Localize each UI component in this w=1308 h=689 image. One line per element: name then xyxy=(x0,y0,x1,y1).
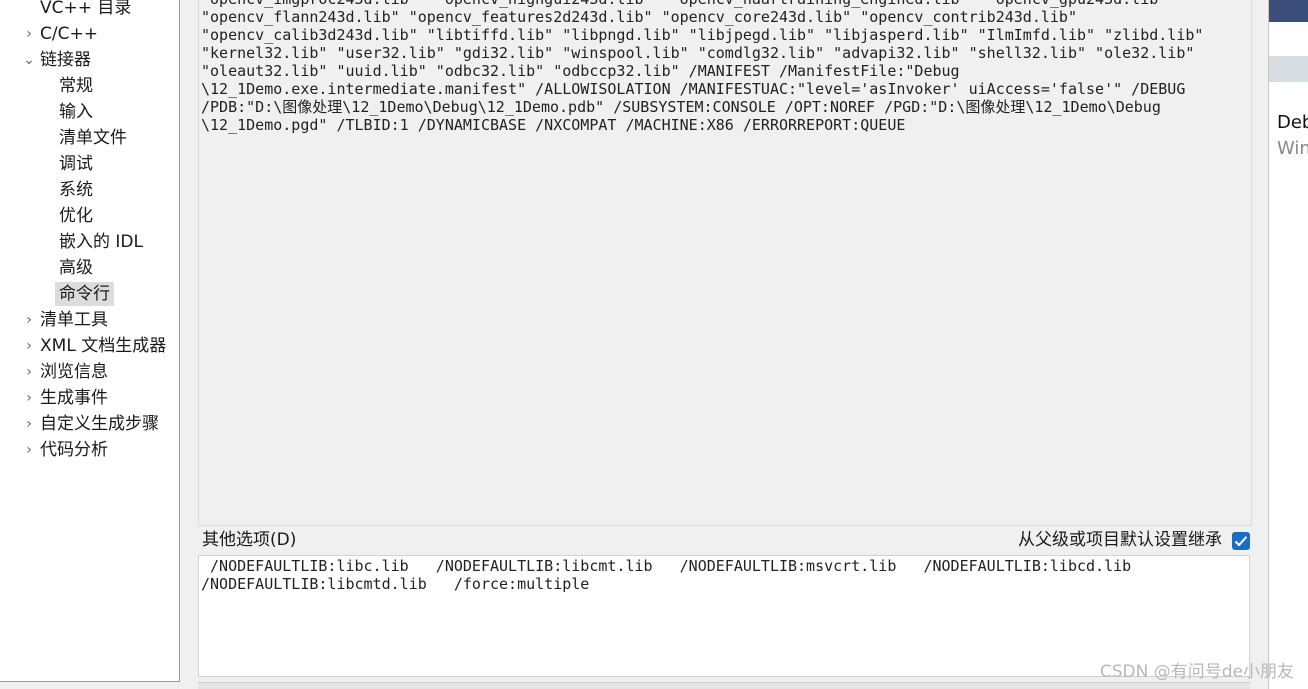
tree-item[interactable]: 系统 xyxy=(59,178,93,202)
tree-item-label: 高级 xyxy=(59,258,93,278)
tree-item-label: VC++ 目录 xyxy=(40,0,132,18)
tree-item-label: 嵌入的 IDL xyxy=(59,232,143,252)
tree-item-label: 代码分析 xyxy=(40,440,108,460)
tree-item-label: 浏览信息 xyxy=(40,362,108,382)
tree-item[interactable]: › XML 文档生成器 xyxy=(26,334,167,358)
tree-item[interactable]: 调试 xyxy=(59,152,93,176)
all-options-display[interactable]: opencv_imgproc243d.lib" "opencv_highgui2… xyxy=(198,0,1252,526)
command-line-row: \12_1Demo.exe.intermediate.manifest" /AL… xyxy=(201,80,1186,98)
tree-item[interactable]: 常规 xyxy=(59,74,93,98)
tree-item[interactable]: › 生成事件 xyxy=(26,386,108,410)
tree-item[interactable]: › C/C++ xyxy=(26,22,98,46)
tree-item[interactable]: › 清单工具 xyxy=(26,308,108,332)
tree-item[interactable]: 优化 xyxy=(59,204,93,228)
inherit-defaults-label: 从父级或项目默认设置继承 xyxy=(1018,530,1222,550)
tree-item-label: 输入 xyxy=(59,102,93,122)
chevron-right-icon[interactable]: › xyxy=(23,308,35,332)
chevron-right-icon[interactable]: › xyxy=(23,438,35,462)
property-pages-window: VC++ 目录 › C/C++ ⌄ 链接器 常规 输入 清单文件 调试 系统 优化 嵌入的 IDL 高级… xyxy=(0,0,1308,689)
tree-item[interactable]: 嵌入的 IDL xyxy=(59,230,143,254)
checkmark-icon xyxy=(1234,536,1248,547)
tree-item-label: 生成事件 xyxy=(40,388,108,408)
tree-item[interactable]: 清单文件 xyxy=(59,126,127,150)
tree-item-label: C/C++ xyxy=(40,24,98,44)
property-tree[interactable]: VC++ 目录 › C/C++ ⌄ 链接器 常规 输入 清单文件 调试 系统 优化 嵌入的 IDL 高级… xyxy=(0,0,180,682)
command-line-row: "opencv_flann243d.lib" "opencv_features2… xyxy=(201,8,1077,26)
tree-item-label: XML 文档生成器 xyxy=(40,336,167,356)
tree-item-label: 清单文件 xyxy=(59,128,127,148)
tree-item[interactable]: › 浏览信息 xyxy=(26,360,108,384)
other-options-input[interactable]: /NODEFAULTLIB:libc.lib /NODEFAULTLIB:lib… xyxy=(198,555,1250,677)
command-line-row: \12_1Demo.pgd" /TLBID:1 /DYNAMICBASE /NX… xyxy=(201,116,906,134)
tree-item[interactable]: 高级 xyxy=(59,256,93,280)
tree-item-label: 自定义生成步骤 xyxy=(40,414,159,434)
right-panel-text-1: Deb xyxy=(1277,112,1308,133)
tree-item[interactable]: 输入 xyxy=(59,100,93,124)
tree-item-label: 优化 xyxy=(59,206,93,226)
command-line-row: opencv_imgproc243d.lib" "opencv_highgui2… xyxy=(201,0,1247,8)
other-options-row: /NODEFAULTLIB:libcmtd.lib /force:multipl… xyxy=(201,575,590,593)
tree-item-label: 常规 xyxy=(59,76,93,96)
chevron-right-icon[interactable]: › xyxy=(23,386,35,410)
watermark: CSDN @有问号de小朋友 xyxy=(1099,662,1294,682)
tree-item-label: 命令行 xyxy=(59,284,110,304)
all-options-text: opencv_imgproc243d.lib" "opencv_highgui2… xyxy=(201,0,1247,134)
other-options-label: 其他选项(D) xyxy=(202,530,297,550)
tree-item[interactable]: 命令行 xyxy=(55,282,114,306)
horizontal-scrollbar[interactable] xyxy=(198,682,1250,689)
inherit-defaults-checkbox[interactable] xyxy=(1232,532,1250,550)
command-line-row: "oleaut32.lib" "uuid.lib" "odbc32.lib" "… xyxy=(201,62,960,80)
chevron-right-icon[interactable]: › xyxy=(23,22,35,46)
right-panel-header xyxy=(1269,0,1308,22)
chevron-down-icon[interactable]: ⌄ xyxy=(23,48,35,72)
tree-item[interactable]: ⌄ 链接器 xyxy=(23,48,91,72)
command-line-row: "opencv_calib3d243d.lib" "libtiffd.lib" … xyxy=(201,26,1204,44)
right-panel-text-2: Win xyxy=(1277,138,1308,159)
tree-item-label: 调试 xyxy=(59,154,93,174)
right-side-panel: Deb Win xyxy=(1268,0,1308,689)
chevron-right-icon[interactable]: › xyxy=(23,412,35,436)
tree-item[interactable]: › 自定义生成步骤 xyxy=(26,412,159,436)
command-line-row: /PDB:"D:\图像处理\12_1Demo\Debug\12_1Demo.pd… xyxy=(201,98,1161,116)
other-options-row: /NODEFAULTLIB:libc.lib /NODEFAULTLIB:lib… xyxy=(201,557,1132,575)
other-options-text: /NODEFAULTLIB:libc.lib /NODEFAULTLIB:lib… xyxy=(201,557,1131,593)
tree-item-label: 链接器 xyxy=(40,50,91,70)
right-panel-band xyxy=(1269,56,1308,82)
tree-item[interactable]: › 代码分析 xyxy=(26,438,108,462)
tree-item-label: 清单工具 xyxy=(40,310,108,330)
chevron-right-icon[interactable]: › xyxy=(23,360,35,384)
tree-item-label: 系统 xyxy=(59,180,93,200)
chevron-right-icon[interactable]: › xyxy=(23,334,35,358)
tree-item[interactable]: VC++ 目录 xyxy=(40,0,131,20)
command-line-row: "kernel32.lib" "user32.lib" "gdi32.lib" … xyxy=(201,44,1195,62)
